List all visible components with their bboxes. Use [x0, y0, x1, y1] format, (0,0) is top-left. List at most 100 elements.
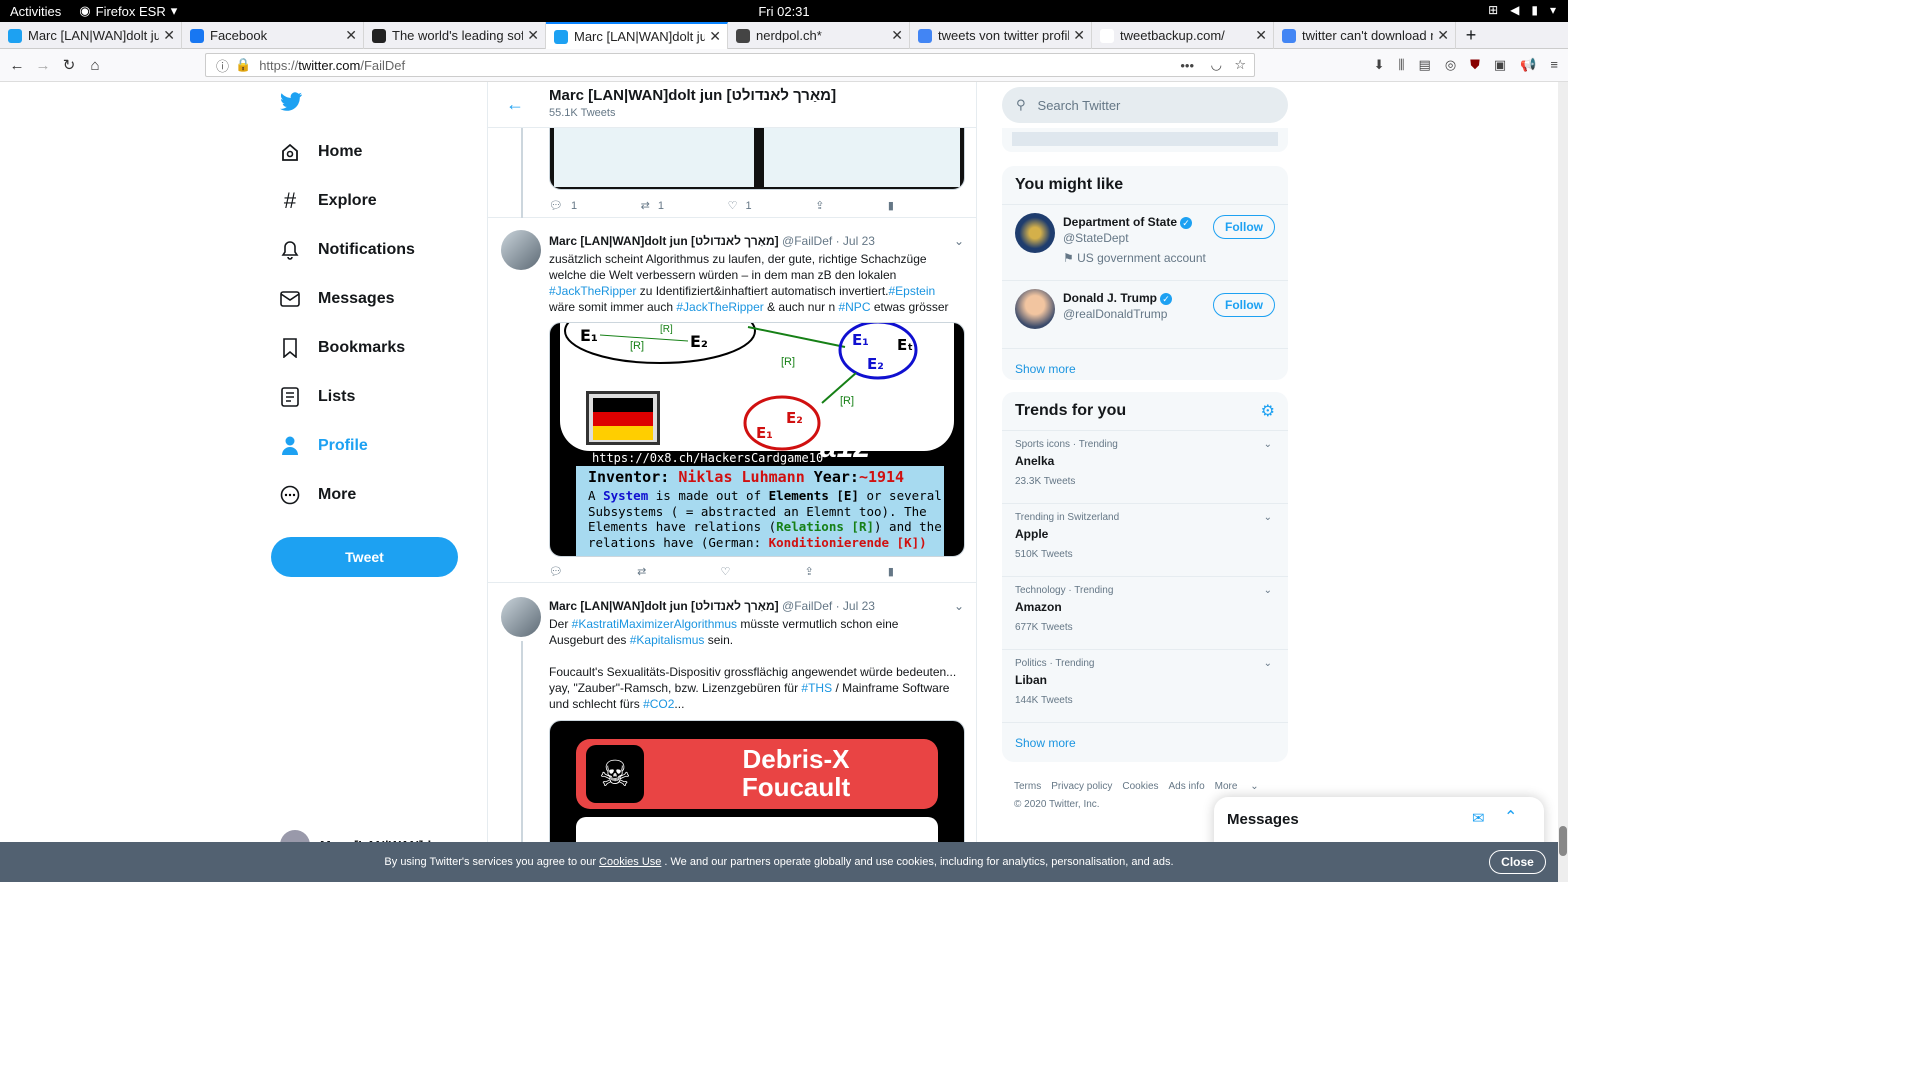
chevron-down-icon[interactable]: ⌄ [1264, 512, 1272, 523]
reply-button[interactable]: 💬︎ 1 [549, 199, 577, 213]
nav-notifications[interactable]: Notifications [280, 240, 415, 260]
tweet-author-handle[interactable]: @FailDef [782, 234, 832, 248]
close-tab-icon[interactable]: ✕ [345, 27, 357, 44]
tweet-image[interactable]: E₁ E₂ [R] [R] [R] E₁ Eₜ E₂ [R] E₁ E₂ a12… [549, 322, 965, 557]
hashtag-link[interactable]: #THS [801, 681, 832, 695]
cookies-link[interactable]: Cookies [1122, 781, 1158, 792]
home-icon[interactable]: ⌂ [82, 57, 108, 74]
extension-icon[interactable]: ▣ [1494, 57, 1506, 73]
tweet-author-name[interactable]: Marc [LAN|WAN]dolt jun [מאַרך לאנדולט] [549, 599, 779, 613]
trend-item[interactable]: Sports icons · Trending Anelka 23.3K Tweet… [1002, 430, 1288, 503]
megaphone-icon[interactable]: 📢 [1520, 57, 1536, 73]
activities-button[interactable]: Activities [10, 4, 61, 19]
account-icon[interactable]: ◎ [1445, 57, 1456, 73]
tab[interactable]: The world's leading softw ✕ [364, 22, 546, 49]
chevron-down-icon[interactable]: ⌄ [1264, 585, 1272, 596]
tab[interactable]: nerdpol.ch* ✕ [728, 22, 910, 49]
suggested-user[interactable]: Department of State ✓ @StateDept ⚑ US gov… [1002, 204, 1288, 280]
privacy-link[interactable]: Privacy policy [1051, 781, 1112, 792]
twitter-logo-icon[interactable] [279, 92, 303, 117]
close-button[interactable]: Close [1489, 850, 1546, 874]
avatar[interactable] [501, 230, 541, 270]
forward-icon[interactable]: → [30, 57, 56, 74]
nav-bookmarks[interactable]: Bookmarks [280, 338, 405, 358]
tab[interactable]: tweets von twitter profil ✕ [910, 22, 1092, 49]
reload-icon[interactable]: ↻ [56, 56, 82, 74]
suggested-user[interactable]: Donald J. Trump ✓ @realDonaldTrump Follow [1002, 280, 1288, 348]
nav-messages[interactable]: Messages [280, 289, 395, 309]
back-arrow-icon[interactable]: ← [506, 94, 524, 115]
search-input[interactable]: ⚲ Search Twitter [1002, 87, 1288, 123]
retweet-button[interactable]: ⇄ 1 [641, 199, 664, 213]
hashtag-link[interactable]: #Epstein [889, 284, 936, 298]
system-tray[interactable]: ⊞ ◀ ▮ ▾ [1488, 3, 1556, 17]
chevron-down-icon[interactable]: ⌄ [954, 599, 964, 613]
gear-icon[interactable]: ⚙ [1261, 401, 1275, 421]
back-icon[interactable]: ← [4, 57, 30, 74]
close-tab-icon[interactable]: ✕ [709, 28, 721, 45]
share-button[interactable]: ⇪ [815, 199, 824, 212]
clock[interactable]: Fri 02:31 [0, 4, 1568, 19]
tab[interactable]: Marc [LAN|WAN]dolt jun ✕ [0, 22, 182, 49]
tab[interactable]: tweetbackup.com/✕ [1092, 22, 1274, 49]
share-button[interactable]: ⇪ [805, 565, 814, 578]
ads-info-link[interactable]: Ads info [1169, 781, 1205, 792]
new-tab-icon[interactable]: + [1456, 22, 1486, 48]
hashtag-link[interactable]: #NPC [838, 300, 870, 314]
pocket-icon[interactable]: ◡ [1211, 57, 1222, 73]
hashtag-link[interactable]: #JackTheRipper [676, 300, 763, 314]
url-bar[interactable]: ⓘ 🔒 https://twitter.com/FailDef ••• ◡ ☆ [205, 53, 1255, 77]
menu-icon[interactable]: ≡ [1550, 57, 1558, 73]
tweet-image[interactable] [549, 122, 965, 190]
tweet[interactable]: Marc [LAN|WAN]dolt jun [מאַרך לאנדולט] @… [488, 583, 976, 882]
expand-up-icon[interactable]: ⌃ [1504, 807, 1517, 827]
ublock-icon[interactable]: ⛊ [1470, 57, 1480, 73]
analytics-button[interactable]: ▮ [888, 565, 894, 578]
more-link[interactable]: More ⌄ [1215, 781, 1259, 792]
tweet[interactable]: Marc [LAN|WAN]dolt jun [מאַרך לאנדולט] @… [488, 218, 976, 583]
close-tab-icon[interactable]: ✕ [1255, 27, 1267, 44]
chevron-down-icon[interactable]: ⌄ [954, 234, 964, 248]
terms-link[interactable]: Terms [1014, 781, 1041, 792]
page-actions-icon[interactable]: ••• [1180, 58, 1194, 73]
retweet-button[interactable]: ⇄ [637, 565, 646, 578]
close-tab-icon[interactable]: ✕ [163, 27, 175, 44]
tab[interactable]: Marc [LAN|WAN]dolt jun ✕ [546, 22, 728, 49]
tweet-author-name[interactable]: Marc [LAN|WAN]dolt jun [מאַרך לאנדולט] [549, 234, 779, 248]
close-tab-icon[interactable]: ✕ [891, 27, 903, 44]
hashtag-link[interactable]: #CO2 [643, 697, 674, 711]
cookies-use-link[interactable]: Cookies Use [599, 856, 661, 868]
tab[interactable]: Facebook ✕ [182, 22, 364, 49]
nav-profile[interactable]: Profile [280, 436, 368, 456]
nav-explore[interactable]: # Explore [280, 188, 377, 213]
nav-lists[interactable]: Lists [280, 387, 355, 407]
sidebar-icon[interactable]: ▤ [1419, 57, 1431, 73]
close-tab-icon[interactable]: ✕ [1437, 27, 1449, 44]
trend-item[interactable]: Trending in Switzerland Apple 510K Tweets ⌄ [1002, 503, 1288, 576]
like-button[interactable]: ♡ 1 [728, 199, 752, 213]
avatar[interactable] [501, 597, 541, 637]
hashtag-link[interactable]: #KastratiMaximizerAlgorithmus [572, 617, 737, 631]
library-icon[interactable]: ⫼ [1399, 57, 1405, 73]
trend-item[interactable]: Technology · Trending Amazon 677K Tweets ⌄ [1002, 576, 1288, 649]
bookmark-star-icon[interactable]: ☆ [1234, 57, 1246, 73]
like-button[interactable]: ♡ [721, 565, 731, 578]
tweet-button[interactable]: Tweet [271, 537, 458, 577]
trend-item[interactable]: Politics · Trending Liban 144K Tweets ⌄ [1002, 649, 1288, 722]
tab[interactable]: twitter can't download m ✕ [1274, 22, 1456, 49]
hashtag-link[interactable]: #JackTheRipper [549, 284, 636, 298]
info-icon[interactable]: ⓘ [216, 56, 229, 75]
tweet-author-handle[interactable]: @FailDef [782, 599, 832, 613]
follow-button[interactable]: Follow [1213, 293, 1275, 317]
analytics-button[interactable]: ▮ [888, 199, 894, 212]
nav-home[interactable]: Home [280, 142, 362, 162]
show-more-link[interactable]: Show more [1002, 722, 1288, 762]
download-icon[interactable]: ⬇ [1374, 57, 1385, 73]
follow-button[interactable]: Follow [1213, 215, 1275, 239]
close-tab-icon[interactable]: ✕ [1073, 27, 1085, 44]
reply-button[interactable]: 💬︎ [549, 565, 563, 578]
chevron-down-icon[interactable]: ⌄ [1264, 658, 1272, 669]
close-tab-icon[interactable]: ✕ [527, 27, 539, 44]
hashtag-link[interactable]: #Kapitalismus [630, 633, 705, 647]
scrollbar-thumb[interactable] [1559, 826, 1567, 856]
